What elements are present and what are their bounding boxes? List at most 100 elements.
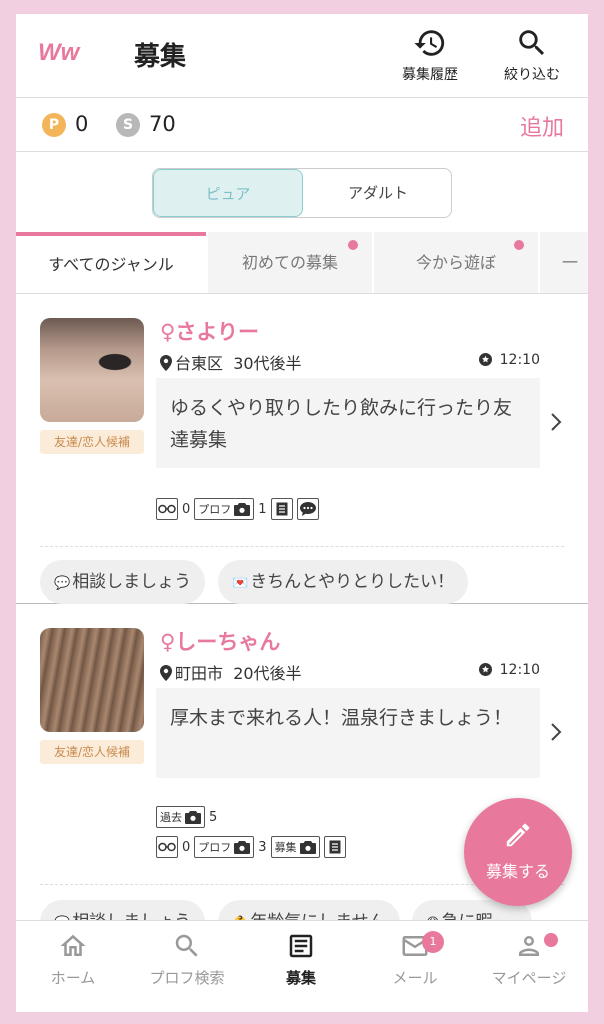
- location: 台東区 30代後半: [160, 350, 302, 374]
- nav-label: プロフ検索: [149, 969, 225, 987]
- list-document-icon: [289, 934, 313, 958]
- document-icon: [323, 836, 346, 858]
- segment-pure[interactable]: ピュア: [153, 169, 303, 217]
- person-icon: [519, 936, 539, 956]
- age: 20代後半: [233, 664, 302, 683]
- speech-bubble-icon: 💬: [54, 576, 71, 591]
- notification-dot: [544, 933, 558, 947]
- filter-label: 絞り込む: [504, 67, 560, 83]
- post-time: 12:10: [478, 662, 540, 678]
- glasses-icon: [156, 836, 178, 858]
- post-message: ゆるくやり取りしたり飲みに行ったり友達募集: [156, 378, 540, 468]
- envelope-icon: 💌: [232, 576, 249, 591]
- search-icon: [519, 30, 545, 56]
- tab-first-recruit[interactable]: 初めての募集: [208, 232, 372, 293]
- nav-mail[interactable]: 1 メール: [358, 931, 472, 988]
- prof-photo-count: 1: [258, 501, 267, 517]
- prof-photo-badge: プロフ: [194, 498, 255, 520]
- past-photo-count: 5: [209, 809, 218, 825]
- genre-tabs: すべてのジャンル 初めての募集 今から遊ぼ 一: [16, 232, 588, 294]
- tab-more[interactable]: 一: [540, 232, 588, 293]
- page-title: 募集: [134, 42, 187, 72]
- avatar[interactable]: [40, 318, 144, 422]
- star-badge-icon: [478, 353, 492, 366]
- nav-recruit[interactable]: 募集: [244, 931, 358, 988]
- nav-label: 募集: [285, 969, 316, 987]
- post-stats: 0 プロフ 3 募集: [156, 836, 346, 858]
- map-pin-icon: [160, 665, 172, 681]
- prof-label: プロフ: [198, 841, 232, 854]
- header: Ww 募集 募集履歴 絞り込む: [16, 14, 588, 98]
- preference-chip: 💌 きちんとやりとりしたい！: [218, 560, 469, 604]
- tab-label: 今から遊ぼ: [415, 253, 496, 272]
- star-badge-icon: [478, 663, 492, 676]
- chip-label: きちんとやりとりしたい！: [250, 572, 455, 592]
- history-button[interactable]: 募集履歴: [390, 24, 470, 92]
- nav-label: ホーム: [50, 969, 96, 987]
- preference-chip: 💬相談しましょう: [40, 560, 206, 604]
- chevron-right-icon[interactable]: [550, 722, 562, 742]
- app-frame: Ww 募集 募集履歴 絞り込む P 0 S 70 追加 アダルト ピュア すべて…: [16, 14, 588, 1012]
- camera-icon: [234, 840, 251, 854]
- tab-play-now[interactable]: 今から遊ぼ: [374, 232, 538, 293]
- category-segment: アダルト ピュア: [152, 168, 452, 218]
- camera-icon: [234, 502, 251, 516]
- past-photo-badge: 過去: [156, 806, 205, 828]
- post-time: 12:10: [478, 352, 540, 368]
- mail-badge: 1: [422, 931, 444, 953]
- history-icon: [414, 30, 445, 56]
- fab-label: 募集する: [485, 862, 550, 881]
- past-label: 過去: [160, 811, 182, 824]
- relationship-tag: 友達/恋人候補: [40, 430, 144, 454]
- avatar[interactable]: [40, 628, 144, 732]
- nav-label: メール: [392, 969, 438, 987]
- document-icon: [270, 498, 293, 520]
- home-icon: [60, 934, 86, 956]
- bottom-nav: ホーム プロフ検索 募集 1 メール マイページ: [16, 920, 588, 1012]
- nav-mypage[interactable]: マイページ: [472, 931, 586, 988]
- pencil-icon: [506, 823, 530, 847]
- p-point-icon: P: [42, 113, 66, 137]
- nickname: ♀しーちゃん: [160, 630, 281, 654]
- nav-profile-search[interactable]: プロフ検索: [130, 931, 244, 988]
- post-message: 厚木まで来れる人！温泉行きましょう！: [156, 688, 540, 778]
- add-points-link[interactable]: 追加: [520, 110, 564, 142]
- nav-label: マイページ: [491, 969, 567, 987]
- segment-adult[interactable]: アダルト: [303, 169, 451, 217]
- time-text: 12:10: [499, 352, 540, 368]
- camera-icon: [185, 810, 201, 824]
- app-logo[interactable]: Ww: [38, 36, 90, 66]
- time-text: 12:10: [499, 662, 540, 678]
- relationship-tag: 友達/恋人候補: [40, 740, 144, 764]
- glasses-icon: [156, 498, 178, 520]
- s-point-value: 70: [149, 112, 176, 136]
- map-pin-icon: [160, 355, 172, 371]
- area: 台東区: [175, 354, 224, 373]
- chevron-right-icon[interactable]: [550, 412, 562, 432]
- prof-label: プロフ: [198, 503, 232, 516]
- p-point-value: 0: [75, 112, 89, 136]
- glasses-count: 0: [182, 839, 191, 855]
- prof-photo-badge: プロフ: [194, 836, 255, 858]
- filter-button[interactable]: 絞り込む: [492, 24, 572, 92]
- search-icon: [175, 934, 198, 957]
- chat-icon: [296, 498, 319, 520]
- s-point-icon: S: [116, 113, 140, 137]
- prof-photo-count: 3: [258, 839, 267, 855]
- age: 30代後半: [233, 354, 302, 373]
- points-bar: P 0 S 70 追加: [16, 98, 588, 152]
- post-stats-past: 過去 5: [156, 806, 217, 828]
- new-dot: [348, 240, 358, 250]
- recruit-post[interactable]: 友達/恋人候補 ♀さよりー 台東区 30代後半 12:10 ゆるくやり取りしたり…: [16, 296, 588, 604]
- camera-icon: [299, 840, 316, 854]
- post-stats: 0 プロフ 1: [156, 498, 319, 520]
- svg-text:Ww: Ww: [38, 39, 81, 66]
- tab-all-genres[interactable]: すべてのジャンル: [16, 232, 206, 293]
- history-label: 募集履歴: [402, 67, 458, 83]
- nav-home[interactable]: ホーム: [16, 931, 130, 988]
- create-recruit-button[interactable]: 募集する: [464, 798, 572, 906]
- chip-label: 相談しましょう: [72, 572, 192, 592]
- nickname: ♀さよりー: [160, 320, 259, 344]
- tab-label: 初めての募集: [241, 253, 338, 272]
- recruit-label: 募集: [274, 841, 297, 854]
